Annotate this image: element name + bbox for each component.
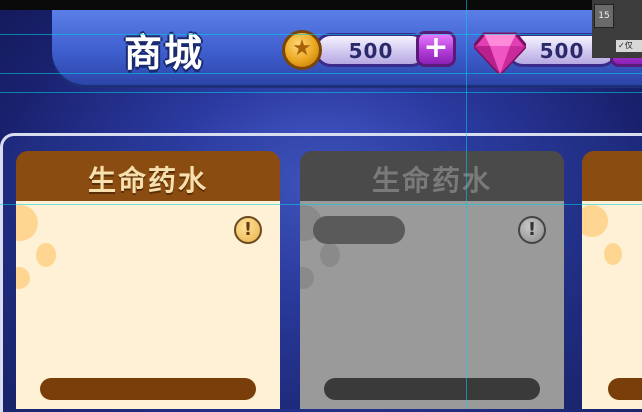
- paw-print-decoration: [16, 267, 30, 289]
- editor-checkbox[interactable]: ✓仅: [616, 40, 642, 52]
- guide-line: [0, 34, 642, 35]
- paw-print-decoration: [36, 243, 56, 267]
- guide-line: [0, 204, 642, 205]
- paw-print-decoration: [300, 267, 314, 289]
- card-header: [582, 151, 642, 201]
- paw-print-decoration: [320, 243, 340, 267]
- coin-counter: 500: [314, 33, 428, 67]
- buy-button[interactable]: [324, 378, 540, 400]
- coin-count: 500: [348, 39, 394, 63]
- paw-print-decoration: [582, 205, 608, 237]
- info-button[interactable]: !: [234, 216, 262, 244]
- guide-line: [0, 73, 642, 74]
- shop-card-partial[interactable]: [582, 151, 642, 409]
- paw-print-decoration: [604, 243, 622, 265]
- paw-print-decoration: [16, 205, 38, 241]
- diamond-gem-icon: [474, 32, 526, 74]
- placeholder-label: [313, 216, 405, 244]
- guide-line: [466, 0, 467, 409]
- info-button[interactable]: !: [518, 216, 546, 244]
- shop-card-health-potion-disabled[interactable]: 生命药水: [300, 151, 564, 409]
- card-title: 生命药水: [87, 164, 208, 197]
- buy-button[interactable]: [608, 378, 642, 400]
- star-coin-icon: ★: [282, 30, 322, 70]
- card-title: 生命药水: [371, 164, 492, 197]
- tool-icon[interactable]: 15: [594, 4, 614, 28]
- shop-card-health-potion[interactable]: 生命药水: [16, 151, 280, 409]
- card-header: 生命药水: [300, 151, 564, 201]
- star-icon: ★: [292, 36, 312, 61]
- card-header: 生命药水: [16, 151, 280, 201]
- guide-line: [0, 92, 642, 93]
- top-strip: [0, 0, 642, 10]
- checkbox-label: 仅: [624, 41, 633, 50]
- buy-button[interactable]: [40, 378, 256, 400]
- page-title: 商城: [124, 31, 205, 75]
- add-coins-button[interactable]: +: [416, 31, 456, 67]
